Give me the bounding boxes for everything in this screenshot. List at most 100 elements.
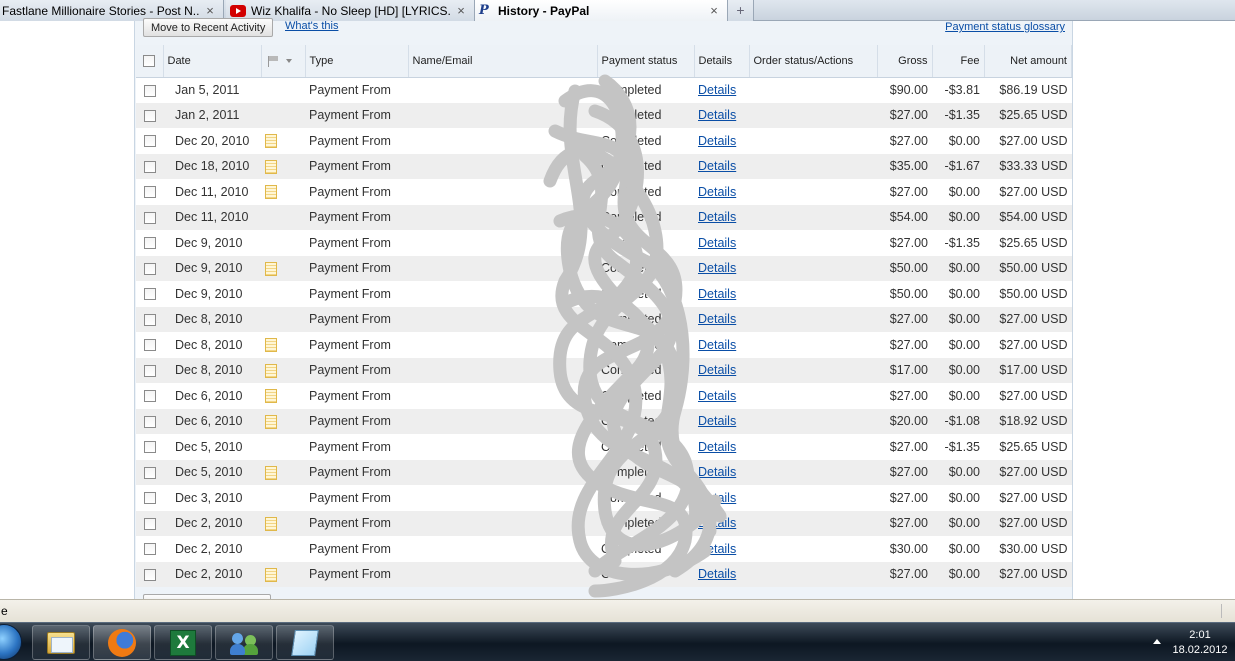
row-checkbox[interactable] [143, 415, 156, 428]
details-link[interactable]: Details [698, 440, 736, 454]
taskbar-messenger-button[interactable] [215, 625, 273, 660]
row-checkbox[interactable] [143, 543, 156, 556]
resize-grip-icon[interactable] [1221, 604, 1233, 618]
note-cell [261, 485, 305, 511]
details-cell: Details [694, 77, 749, 103]
note-icon[interactable] [265, 567, 277, 582]
row-checkbox[interactable] [143, 262, 156, 275]
net-amount-cell: $27.00 USD [984, 510, 1072, 536]
details-link[interactable]: Details [698, 134, 736, 148]
show-hidden-icons-icon[interactable] [1153, 639, 1161, 644]
whats-this-link[interactable]: What's this [285, 20, 338, 32]
column-gross[interactable]: Gross [877, 45, 933, 78]
row-checkbox[interactable] [143, 492, 156, 505]
note-icon[interactable] [265, 389, 277, 404]
type-cell: Payment From [309, 133, 391, 148]
details-link[interactable]: Details [698, 159, 736, 173]
details-link[interactable]: Details [698, 185, 736, 199]
note-cell [261, 459, 305, 485]
column-net-amount[interactable]: Net amount [984, 45, 1072, 78]
row-checkbox[interactable] [143, 135, 156, 148]
date-cell: Dec 8, 2010 [163, 357, 261, 383]
row-checkbox[interactable] [143, 237, 156, 250]
column-date[interactable]: Date [163, 45, 262, 78]
column-type[interactable]: Type [305, 45, 409, 78]
row-checkbox[interactable] [143, 568, 156, 581]
start-button[interactable] [0, 624, 22, 660]
row-checkbox[interactable] [143, 288, 156, 301]
payment-status-cell: Completed [597, 204, 694, 230]
close-icon[interactable]: × [707, 3, 721, 18]
details-link[interactable]: Details [698, 83, 736, 97]
row-checkbox[interactable] [143, 109, 156, 122]
details-link[interactable]: Details [698, 287, 736, 301]
details-link[interactable]: Details [698, 363, 736, 377]
type-cell: Payment From [309, 541, 391, 556]
details-link[interactable]: Details [698, 542, 736, 556]
name-email-cell [408, 77, 597, 103]
note-icon[interactable] [265, 465, 277, 480]
net-amount-cell: $27.00 USD [999, 490, 1068, 505]
taskbar-excel-button[interactable]: X [154, 625, 212, 660]
details-link[interactable]: Details [698, 516, 736, 530]
note-icon[interactable] [265, 516, 277, 531]
payment-status-cell: Completed [597, 255, 694, 281]
gross-cell: $50.00 [877, 255, 932, 281]
new-tab-button[interactable]: + [728, 0, 754, 21]
note-cell [261, 357, 305, 383]
tab-paypal-history[interactable]: P History - PayPal × [475, 0, 728, 21]
note-icon[interactable] [265, 261, 277, 276]
details-link[interactable]: Details [698, 261, 736, 275]
details-link[interactable]: Details [698, 465, 736, 479]
note-icon[interactable] [265, 338, 277, 353]
row-checkbox[interactable] [143, 84, 156, 97]
details-link[interactable]: Details [698, 236, 736, 250]
note-icon[interactable] [265, 159, 277, 174]
note-icon[interactable] [265, 414, 277, 429]
row-checkbox[interactable] [143, 390, 156, 403]
row-checkbox[interactable] [143, 211, 156, 224]
note-icon[interactable] [265, 185, 277, 200]
row-checkbox[interactable] [143, 364, 156, 377]
select-all-checkbox[interactable] [143, 54, 156, 67]
taskbar-explorer-button[interactable] [32, 625, 90, 660]
table-row: Dec 18, 2010 Payment From Completed Details… [136, 153, 1072, 179]
details-link[interactable]: Details [698, 210, 736, 224]
note-cell [261, 306, 305, 332]
details-link[interactable]: Details [698, 338, 736, 352]
move-to-recent-activity-button[interactable]: Move to Recent Activity [143, 18, 274, 37]
page-content: Move to Recent Activity What's this Paym… [0, 18, 1235, 600]
details-link[interactable]: Details [698, 389, 736, 403]
row-checkbox[interactable] [143, 517, 156, 530]
details-link[interactable]: Details [698, 414, 736, 428]
date-cell: Dec 5, 2010 [175, 439, 243, 454]
details-link[interactable]: Details [698, 567, 736, 581]
details-link[interactable]: Details [698, 312, 736, 326]
row-checkbox[interactable] [143, 186, 156, 199]
taskbar-notepad-button[interactable] [276, 625, 334, 660]
close-icon[interactable]: × [203, 3, 217, 18]
row-checkbox[interactable] [143, 441, 156, 454]
row-checkbox[interactable] [143, 313, 156, 326]
note-icon[interactable] [265, 134, 277, 149]
note-cell [261, 561, 305, 587]
details-link[interactable]: Details [698, 491, 736, 505]
column-name-email[interactable]: Name/Email [408, 45, 598, 78]
close-icon[interactable]: × [454, 3, 468, 18]
details-link[interactable]: Details [698, 108, 736, 122]
note-cell [261, 77, 305, 103]
system-clock[interactable]: 2:01 18.02.2012 [1168, 628, 1232, 658]
payment-status-glossary-link[interactable]: Payment status glossary [945, 21, 1065, 33]
net-amount-cell: $27.00 USD [999, 184, 1068, 199]
row-checkbox[interactable] [143, 466, 156, 479]
row-checkbox[interactable] [143, 160, 156, 173]
column-payment-status[interactable]: Payment status [597, 45, 695, 78]
fee-cell: $0.00 [948, 133, 980, 148]
taskbar-firefox-button[interactable] [93, 625, 151, 660]
column-fee[interactable]: Fee [932, 45, 985, 78]
row-checkbox[interactable] [143, 339, 156, 352]
type-cell: Payment From [309, 286, 391, 301]
note-icon[interactable] [265, 363, 277, 378]
column-flag[interactable] [261, 45, 306, 78]
date-cell: Dec 9, 2010 [175, 235, 243, 250]
